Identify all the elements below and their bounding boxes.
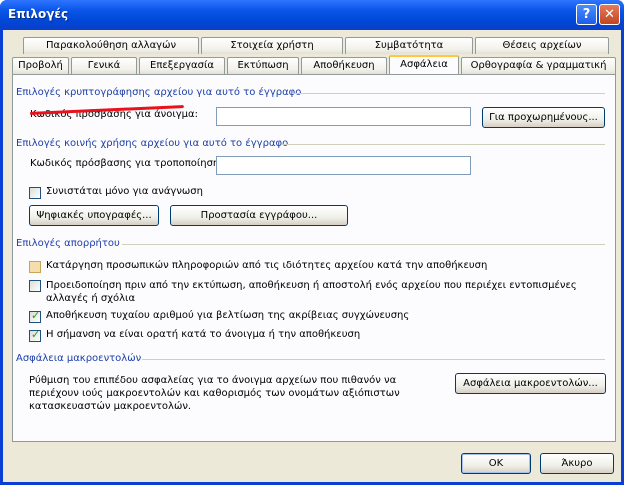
- remove-personal-info-label: Κατάργηση προσωπικών πληροφοριών από τις…: [46, 260, 488, 271]
- warn-tracked-changes-checkbox[interactable]: [29, 280, 41, 292]
- tab-file-locations[interactable]: Θέσεις αρχείων: [475, 37, 609, 54]
- tab-save[interactable]: Αποθήκευση: [301, 57, 387, 74]
- privacy-divider: [122, 244, 605, 245]
- title-bar[interactable]: Επιλογές ? ✕: [0, 0, 624, 30]
- checkmark-icon: ✓: [31, 309, 41, 322]
- warn-tracked-changes-label: Προειδοποίηση πριν από την εκτύπωση, απο…: [46, 280, 577, 304]
- readonly-checkbox[interactable]: [29, 187, 41, 199]
- tab-general[interactable]: Γενικά: [71, 57, 137, 74]
- tab-compatibility[interactable]: Συμβατότητα: [345, 37, 473, 54]
- window-title: Επιλογές: [8, 7, 69, 21]
- sharing-heading: Επιλογές κοινής χρήσης αρχείου για αυτό …: [16, 138, 289, 149]
- open-password-input[interactable]: [216, 107, 471, 126]
- readonly-label: Συνιστάται μόνο για ανάγνωση: [46, 186, 203, 197]
- macro-divider: [142, 359, 605, 360]
- options-dialog: Επιλογές ? ✕ Παρακολούθηση αλλαγών Στοιχ…: [0, 0, 624, 485]
- tab-print[interactable]: Εκτύπωση: [227, 57, 299, 74]
- tab-spelling-grammar[interactable]: Ορθογραφία & γραμματική: [461, 57, 616, 74]
- modify-password-label: Κωδικός πρόσβασης για τροποποίηση:: [30, 158, 223, 169]
- digital-signatures-button[interactable]: Ψηφιακές υπογραφές...: [29, 205, 159, 226]
- random-number-label: Αποθήκευση τυχαίου αριθμού για βελτίωση …: [46, 310, 410, 321]
- tab-track-changes[interactable]: Παρακολούθηση αλλαγών: [23, 37, 199, 54]
- random-number-checkbox[interactable]: ✓: [29, 309, 41, 323]
- markup-visible-checkbox[interactable]: ✓: [29, 328, 41, 342]
- tab-security[interactable]: Ασφάλεια: [389, 55, 459, 74]
- advanced-button[interactable]: Για προχωρημένους...: [482, 107, 605, 128]
- protect-document-button[interactable]: Προστασία εγγράφου...: [170, 205, 348, 226]
- ok-button[interactable]: OK: [461, 453, 531, 474]
- macro-heading: Ασφάλεια μακροεντολών: [16, 353, 142, 364]
- encryption-divider: [292, 93, 605, 94]
- tab-view[interactable]: Προβολή: [12, 57, 69, 74]
- sharing-divider: [282, 144, 605, 145]
- modify-password-input[interactable]: [216, 156, 471, 175]
- help-icon[interactable]: ?: [576, 4, 597, 25]
- macro-description: Ρύθμιση του επιπέδου ασφαλείας για το άν…: [29, 375, 400, 412]
- remove-personal-info-checkbox[interactable]: [29, 261, 41, 273]
- close-icon[interactable]: ✕: [599, 4, 620, 25]
- privacy-heading: Επιλογές απορρήτου: [16, 238, 120, 249]
- markup-visible-label: Η σήμανση να είναι ορατή κατά το άνοιγμα…: [46, 329, 361, 340]
- checkmark-icon: ✓: [31, 328, 41, 341]
- tab-user-info[interactable]: Στοιχεία χρήστη: [201, 37, 343, 54]
- tab-edit[interactable]: Επεξεργασία: [139, 57, 225, 74]
- macro-security-button[interactable]: Ασφάλεια μακροεντολών...: [455, 373, 606, 394]
- cancel-button[interactable]: Άκυρο: [540, 453, 614, 474]
- encryption-heading: Επιλογές κρυπτογράφησης αρχείου για αυτό…: [16, 87, 302, 98]
